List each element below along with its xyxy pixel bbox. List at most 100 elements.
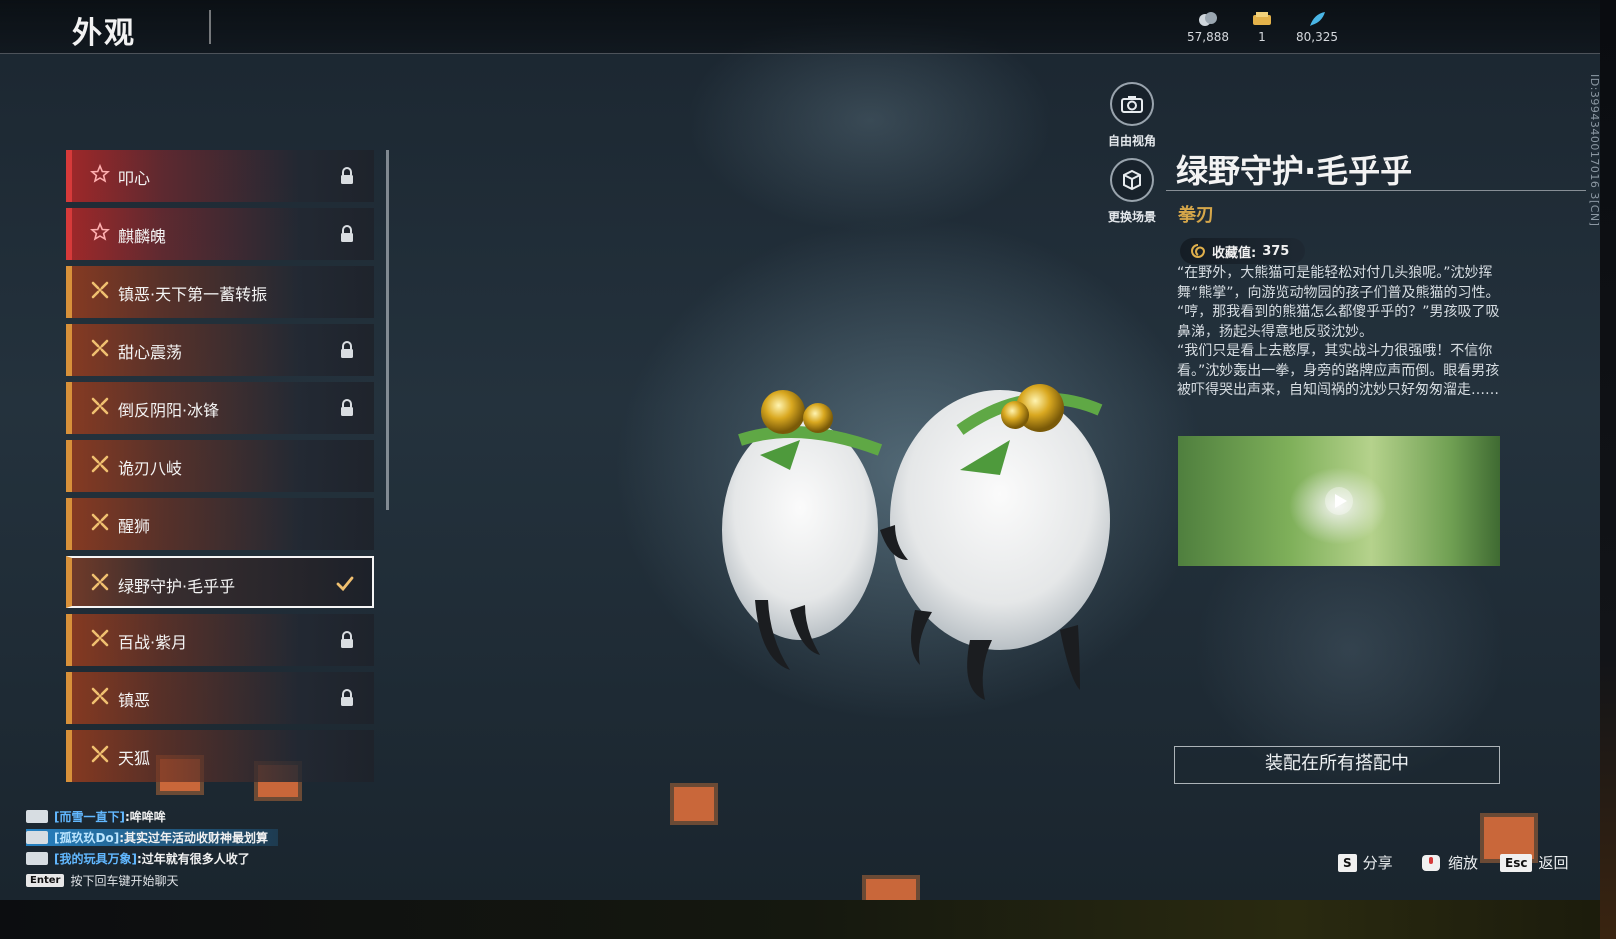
back-label: 返回: [1538, 854, 1569, 872]
back-hint[interactable]: Esc 返回: [1500, 852, 1568, 873]
skin-list-item[interactable]: 天狐: [66, 730, 374, 782]
preview-video-thumbnail[interactable]: [1178, 436, 1500, 566]
cube-icon: [1110, 158, 1154, 202]
top-bar: 外观 57,888 1 80,325: [0, 0, 1600, 54]
skin-list-item[interactable]: 叩心: [66, 150, 374, 202]
lantern-decoration: [862, 875, 920, 900]
skin-name: 百战·紫月: [118, 633, 188, 652]
skin-list-item[interactable]: 绿野守护·毛乎乎: [66, 556, 374, 608]
zoom-hint[interactable]: 缩放: [1420, 852, 1478, 873]
skin-list-item[interactable]: 甜心震荡: [66, 324, 374, 376]
player-id-text: ID:3994340017016 3[CN]: [1588, 74, 1601, 227]
skin-list-item[interactable]: 镇恶: [66, 672, 374, 724]
chat-text: :过年就有很多人收了: [136, 852, 250, 866]
currency-coins-value: 57,888: [1187, 30, 1229, 44]
share-hint[interactable]: S 分享: [1338, 852, 1393, 873]
item-description: “在野外，大熊猫可是能轻松对付几头狼呢。”沈妙挥舞“熊掌”，向游览动物园的孩子们…: [1177, 264, 1507, 401]
skin-list[interactable]: 叩心麒麟魄镇恶·天下第一蓄转振 甜心震荡倒反阴阳·冰锋 诡刃八岐醒狮绿野守护·毛乎乎…: [66, 150, 384, 798]
lock-icon: [341, 341, 353, 358]
lock-icon: [341, 689, 353, 706]
chat-text: :其实过年活动收财神最划算: [119, 831, 268, 845]
bottom-background-strip: [0, 900, 1616, 939]
equip-all-outfits-button[interactable]: 装配在所有搭配中: [1174, 746, 1500, 784]
chat-message: [而雪一直下] :哞哞哞: [26, 808, 166, 825]
collection-value-badge: 收藏值: 375: [1180, 238, 1306, 264]
skin-name: 绿野守护·毛乎乎: [118, 577, 236, 596]
right-edge-background: [1600, 0, 1616, 939]
play-icon[interactable]: [1324, 486, 1354, 516]
coin-stack-icon: [1199, 12, 1217, 26]
collection-swirl-icon: [1191, 244, 1206, 258]
skin-name: 天狐: [118, 749, 151, 768]
skin-name: 麒麟魄: [118, 227, 167, 246]
cross-emblem-icon: [91, 513, 109, 531]
item-type: 拳刃: [1178, 205, 1214, 226]
skin-list-scrollbar[interactable]: [386, 150, 389, 510]
back-key: Esc: [1500, 853, 1533, 872]
change-scene-label: 更换场景: [1107, 210, 1156, 224]
skin-list-item[interactable]: 百战·紫月: [66, 614, 374, 666]
skin-list-item[interactable]: 诡刃八岐: [66, 440, 374, 492]
feather-icon: [1310, 12, 1325, 26]
share-label: 分享: [1362, 854, 1393, 872]
chat-sender[interactable]: [我的玩具万象]: [54, 850, 137, 867]
skin-name: 倒反阴阳·冰锋: [118, 401, 220, 420]
lock-icon: [341, 225, 353, 242]
lantern-decoration: [670, 783, 718, 825]
enter-key: Enter: [26, 874, 65, 887]
cross-emblem-icon: [91, 339, 109, 357]
skin-list-item[interactable]: 麒麟魄: [66, 208, 374, 260]
cross-emblem-icon: [91, 281, 109, 299]
chat-sender[interactable]: [孤玖玖Do]: [54, 829, 119, 846]
chat-channel-icon: [26, 831, 48, 844]
skin-name: 甜心震荡: [118, 343, 183, 362]
chat-hint-text: 按下回车键开始聊天: [70, 874, 179, 888]
chat-text: :哞哞哞: [124, 810, 166, 824]
lock-icon: [341, 167, 353, 184]
lock-icon: [341, 631, 353, 648]
cross-emblem-icon: [91, 455, 109, 473]
chat-message: [我的玩具万象] :过年就有很多人收了: [26, 850, 250, 867]
page-title: 外观: [72, 16, 136, 51]
checkmark-icon: [336, 576, 354, 592]
skin-name: 诡刃八岐: [118, 459, 183, 478]
description-paragraph: “我们只是看上去憨厚，其实战斗力很强哦！不信你看。”沈妙轰出一拳，身旁的路牌应声…: [1177, 343, 1500, 398]
item-name-divider: [1166, 190, 1586, 191]
change-scene-button[interactable]: 更换场景: [1092, 158, 1172, 225]
camera-icon: [1110, 82, 1154, 126]
star-icon: [90, 222, 110, 241]
skin-name: 镇恶·天下第一蓄转振: [118, 285, 268, 304]
chat-message: [孤玖玖Do] :其实过年活动收财神最划算: [26, 829, 278, 846]
skin-list-item[interactable]: 镇恶·天下第一蓄转振: [66, 266, 374, 318]
currency-feather-value: 80,325: [1296, 30, 1338, 44]
skin-name: 醒狮: [118, 517, 151, 536]
cross-emblem-icon: [91, 745, 109, 763]
cross-emblem-icon: [91, 687, 109, 705]
cross-emblem-icon: [91, 629, 109, 647]
title-divider: [209, 10, 211, 44]
skin-list-item[interactable]: 醒狮: [66, 498, 374, 550]
star-icon: [90, 164, 110, 183]
currency-ticket-value: 1: [1258, 30, 1266, 44]
collection-label: 收藏值:: [1212, 245, 1257, 261]
chat-input-hint[interactable]: Enter 按下回车键开始聊天: [26, 872, 178, 889]
cross-emblem-icon: [91, 573, 109, 591]
skin-name: 镇恶: [118, 691, 151, 710]
mouse-scroll-icon: [1422, 854, 1440, 871]
free-view-label: 自由视角: [1107, 134, 1156, 148]
share-key: S: [1338, 853, 1357, 872]
ticket-icon: [1253, 12, 1271, 25]
skin-list-item[interactable]: 倒反阴阳·冰锋: [66, 382, 374, 434]
zoom-label: 缩放: [1448, 854, 1479, 872]
description-paragraph: “哼，那我看到的熊猫怎么都傻乎乎的？”男孩吸了吸鼻涕，扬起头得意地反驳沈妙。: [1177, 304, 1500, 340]
chat-channel-icon: [26, 810, 48, 823]
cross-emblem-icon: [91, 397, 109, 415]
collection-value: 375: [1262, 243, 1290, 259]
free-view-button[interactable]: 自由视角: [1092, 82, 1172, 149]
skin-name: 叩心: [118, 169, 151, 188]
lock-icon: [341, 399, 353, 416]
chat-sender[interactable]: [而雪一直下]: [54, 808, 125, 825]
description-paragraph: “在野外，大熊猫可是能轻松对付几头狼呢。”沈妙挥舞“熊掌”，向游览动物园的孩子们…: [1177, 265, 1500, 301]
item-name: 绿野守护·毛乎乎: [1176, 152, 1413, 190]
currency-feather: 80,325: [1282, 10, 1352, 44]
